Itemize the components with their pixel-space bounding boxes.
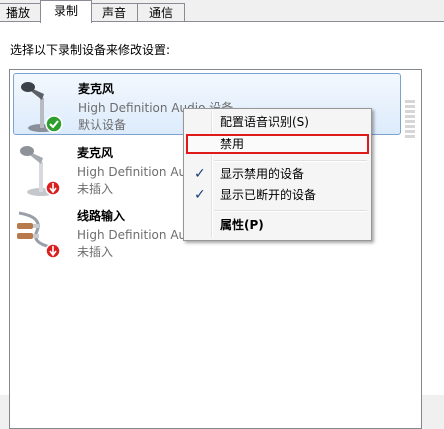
tab-communications[interactable]: 通信 [137,3,185,21]
device-status: 默认设备 [78,118,127,132]
menu-item-label: 显示已断开的设备 [220,188,317,202]
menu-separator [214,160,367,162]
menu-item-show-disabled-devices[interactable]: ✓ 显示禁用的设备 [186,164,369,184]
device-name: 麦克风 [78,82,115,96]
device-status: 未插入 [77,245,114,259]
tab-playback[interactable]: 播放 [0,3,42,21]
microphone-icon [21,82,63,133]
device-status: 未插入 [77,182,114,196]
instruction-text: 选择以下录制设备来修改设置: [10,43,171,57]
tab-strip: 播放 录制 声音 通信 [0,0,444,23]
unplugged-arrow-icon [45,243,61,259]
level-meter [405,100,415,138]
default-check-icon [45,115,63,133]
checkmark-icon: ✓ [194,166,206,182]
tab-sounds[interactable]: 声音 [90,3,138,21]
device-name: 麦克风 [77,146,114,160]
menu-item-configure-speech-recognition[interactable]: 配置语音识别(S) [186,112,369,132]
menu-item-label: 禁用 [220,137,245,151]
tab-recording[interactable]: 录制 [40,0,92,23]
menu-item-label: 配置语音识别(S) [220,115,309,129]
menu-item-show-disconnected-devices[interactable]: ✓ 显示已断开的设备 [186,185,369,205]
menu-item-label: 显示禁用的设备 [220,167,305,181]
line-in-cable-icon [17,211,61,259]
device-name: 线路输入 [77,209,126,223]
context-menu: 配置语音识别(S) 禁用 ✓ 显示禁用的设备 ✓ 显示已断开的设备 属性(P) [183,108,372,241]
menu-item-label: 属性(P) [220,218,264,232]
checkmark-icon: ✓ [194,187,206,203]
menu-separator [214,210,367,212]
unplugged-arrow-icon [45,180,61,196]
menu-item-properties[interactable]: 属性(P) [186,215,369,235]
microphone-icon [20,146,61,196]
menu-item-disable[interactable]: 禁用 [186,134,369,154]
